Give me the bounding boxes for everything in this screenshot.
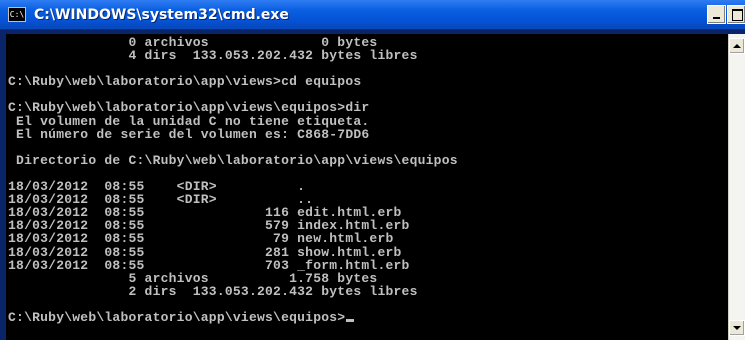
console-output[interactable]: 0 archivos 0 bytes 4 dirs 133.053.202.43… — [6, 34, 728, 340]
minimize-button[interactable] — [707, 5, 726, 24]
console-line: El número de serie del volumen es: C868-… — [8, 126, 370, 142]
cmd-icon[interactable]: C:\ — [8, 7, 26, 22]
console-line: El volumen de la unidad C no tiene etiqu… — [8, 113, 370, 129]
window-title: C:\WINDOWS\system32\cmd.exe — [34, 7, 289, 23]
vertical-scrollbar[interactable] — [728, 34, 745, 340]
console-line: 2 dirs 133.053.202.432 bytes libres — [8, 283, 418, 299]
console-text: 0 archivos 0 bytes 4 dirs 133.053.202.43… — [6, 34, 728, 324]
console-line: 18/03/2012 08:55 79 new.html.erb — [8, 231, 394, 247]
console-line: Directorio de C:\Ruby\web\laboratorio\ap… — [8, 152, 458, 168]
console-line: 18/03/2012 08:55 703 _form.html.erb — [8, 257, 410, 273]
console-line: C:\Ruby\web\laboratorio\app\views\equipo… — [8, 100, 370, 116]
scroll-up-arrow-icon — [733, 44, 741, 48]
minimize-icon — [713, 17, 720, 19]
scroll-down-arrow-icon — [733, 326, 741, 330]
console-line: 5 archivos 1.758 bytes — [8, 270, 378, 286]
maximize-icon — [732, 9, 743, 21]
console-line: 18/03/2012 08:55 281 show.html.erb — [8, 244, 402, 260]
console-line: 4 dirs 133.053.202.432 bytes libres — [8, 48, 418, 64]
title-bar[interactable]: C:\ C:\WINDOWS\system32\cmd.exe × — [0, 0, 745, 30]
text-cursor — [346, 318, 355, 322]
scroll-up-button[interactable] — [729, 38, 745, 54]
cmd-window: C:\ C:\WINDOWS\system32\cmd.exe × 0 arch… — [0, 0, 745, 340]
console-line: C:\Ruby\web\laboratorio\app\views>cd equ… — [8, 74, 362, 90]
maximize-button[interactable] — [727, 5, 745, 24]
scroll-down-button[interactable] — [729, 320, 745, 336]
console-prompt-line: C:\Ruby\web\laboratorio\app\views\equipo… — [8, 311, 728, 324]
